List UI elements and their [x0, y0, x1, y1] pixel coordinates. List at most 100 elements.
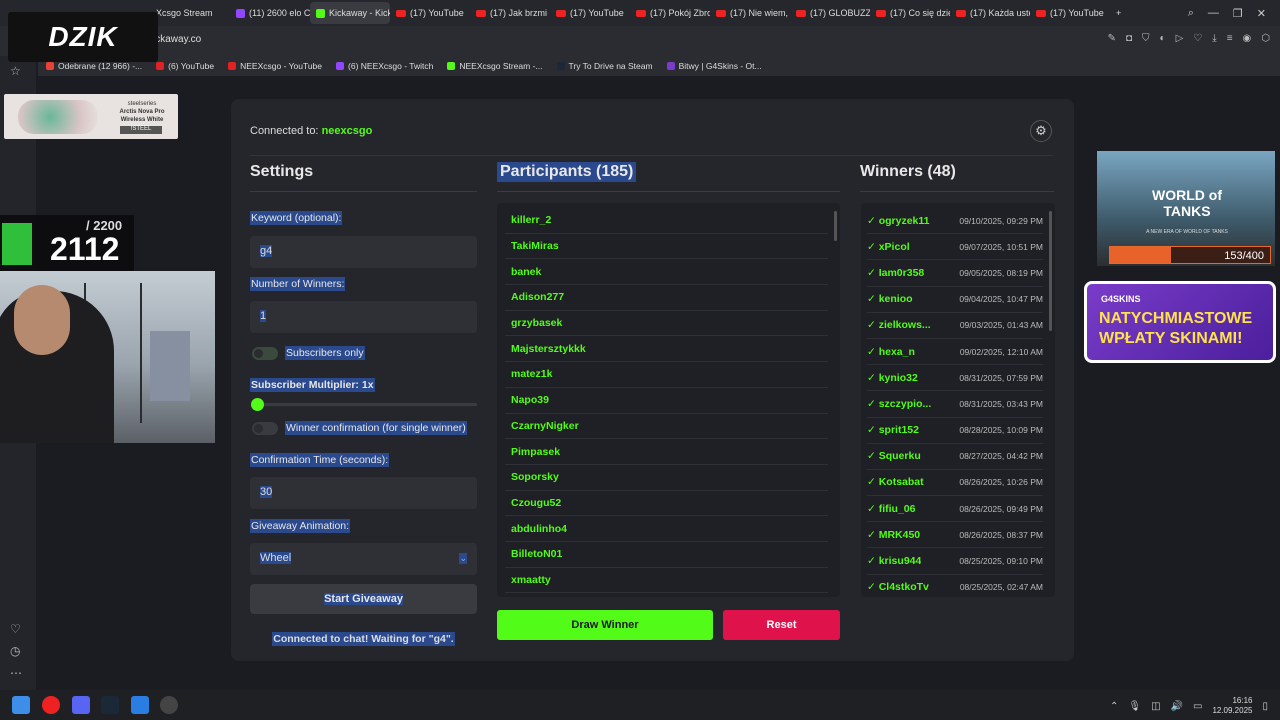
bookmark-item[interactable]: Odebrane (12 966) -... — [46, 61, 142, 71]
chevron-up-icon[interactable]: ⌃ — [1110, 701, 1118, 712]
winner-name: kynio32 — [867, 372, 918, 384]
reset-button[interactable]: Reset — [723, 610, 840, 640]
edit-icon[interactable]: ✎ — [1108, 33, 1116, 44]
start-giveaway-label: Start Giveaway — [324, 593, 403, 605]
confirmation-time-input[interactable]: 30 — [250, 477, 477, 509]
browser-tab[interactable]: (17) Co się dzieje — [870, 2, 950, 24]
windows-start-icon[interactable] — [12, 696, 30, 714]
clock-date: 12.09.2025 — [1212, 706, 1253, 715]
history-icon[interactable]: ◷ — [10, 644, 20, 658]
camera-icon[interactable]: ◘ — [1126, 33, 1132, 44]
network-icon[interactable]: ◫ — [1151, 701, 1160, 712]
app-icon[interactable] — [131, 696, 149, 714]
bookmark-icon — [666, 62, 675, 70]
browser-tab-label: (17) Pokój Zbrod — [650, 8, 710, 18]
browser-tab[interactable]: (17) YouTube — [550, 2, 630, 24]
more-icon[interactable]: ⋯ — [10, 666, 22, 680]
new-tab-button[interactable]: + — [1110, 2, 1132, 24]
menu-icon[interactable]: ≡ — [1227, 33, 1233, 44]
start-giveaway-button[interactable]: Start Giveaway — [250, 584, 477, 614]
participant-row: Czougu52 — [505, 491, 828, 517]
bookmark-item[interactable]: Bitwy | G4Skins - Ot... — [666, 61, 762, 71]
volume-icon[interactable]: 🔊 — [1171, 701, 1183, 712]
keyword-input[interactable]: g4 — [250, 236, 477, 268]
winner-date: 08/28/2025, 10:09 PM — [959, 425, 1043, 436]
youtube-icon — [876, 9, 886, 17]
youtube-icon — [1036, 9, 1046, 17]
browser-tab-label: (17) YouTube — [1050, 8, 1104, 18]
winner-confirmation-toggle[interactable] — [252, 422, 278, 435]
bookmark-item[interactable]: (6) NEEXcsgo - Twitch — [336, 61, 433, 71]
profile-icon[interactable]: ◉ — [1243, 33, 1252, 44]
browser-tab[interactable]: (17) YouTube — [390, 2, 470, 24]
connection-status: Connected to: neexcsgo — [250, 125, 372, 137]
participants-scrollbar[interactable] — [834, 211, 837, 241]
animation-select[interactable]: Wheel ⌄ — [250, 543, 477, 575]
search-icon[interactable]: ⌕ — [1188, 7, 1194, 20]
extension-icon[interactable]: ⬡ — [1261, 33, 1270, 44]
browser-tab-label: (17) YouTube — [570, 8, 624, 18]
youtube-icon — [556, 9, 566, 17]
browser-tab[interactable]: (17) Pokój Zbrod — [630, 2, 710, 24]
participants-list[interactable]: killerr_2 TakiMiras banek Adison277 grzybase… — [497, 203, 840, 597]
browser-tab[interactable]: (17) YouTube — [1030, 2, 1110, 24]
connection-prefix: Connected to: — [250, 125, 319, 137]
bookmark-item[interactable]: NEEXcsgo - YouTube — [228, 61, 322, 71]
browser-tab[interactable]: (17) GLOBUZZ - — [790, 2, 870, 24]
multiplier-slider-handle[interactable] — [251, 398, 264, 411]
browser-tab[interactable]: (11) 2600 elo Cin — [230, 2, 310, 24]
winner-row: hexa_n 09/02/2025, 12:10 AM — [867, 339, 1043, 366]
browser-tab[interactable]: Xcsgo Stream — [150, 2, 230, 24]
webcam-feed — [0, 271, 215, 443]
chevron-down-icon: ⌄ — [459, 553, 467, 564]
heart-icon[interactable]: ♡ — [10, 622, 21, 636]
play-icon[interactable]: ▷ — [1176, 33, 1184, 44]
winner-row: kenioo 09/04/2025, 10:47 PM — [867, 287, 1043, 313]
vpn-icon[interactable]: ◐ — [1160, 33, 1166, 44]
youtube-icon — [716, 9, 726, 17]
bookmark-item[interactable]: Try To Drive na Steam — [556, 61, 653, 71]
bookmark-label: NEEXcsgo - YouTube — [240, 61, 323, 71]
download-icon[interactable]: ⤓ — [1212, 33, 1216, 44]
multiplier-label: Subscriber Multiplier: 1x — [250, 378, 375, 392]
bookmark-item[interactable]: (6) YouTube — [156, 61, 214, 71]
heart-icon[interactable]: ♡ — [1193, 33, 1202, 44]
shield-icon[interactable]: ⛉ — [1142, 33, 1150, 44]
clock[interactable]: 16:16 12.09.2025 — [1212, 696, 1252, 716]
notification-icon[interactable]: ▯ — [1262, 701, 1268, 712]
confirmation-time-label: Confirmation Time (seconds): — [250, 453, 390, 467]
wot-progress-fill — [1110, 247, 1172, 263]
browser-tab[interactable]: (17) Każda usterl — [950, 2, 1030, 24]
bookmark-item[interactable]: NEEXcsgo Stream -... — [447, 61, 543, 71]
minimize-icon[interactable]: — — [1208, 7, 1219, 19]
youtube-icon — [796, 9, 806, 17]
close-icon[interactable]: ✕ — [1257, 7, 1266, 20]
browser-tab[interactable]: (17) Jak brzmi pc — [470, 2, 550, 24]
obs-icon[interactable] — [160, 696, 178, 714]
winners-scrollbar[interactable] — [1049, 211, 1052, 331]
bookmark-icon — [447, 62, 456, 70]
settings-button[interactable]: ⚙ — [1030, 120, 1052, 142]
browser-tab[interactable]: Kickaway - Kick Giveaway — [310, 2, 390, 24]
battery-icon[interactable]: ▭ — [1193, 701, 1202, 712]
star-icon[interactable]: ☆ — [10, 64, 21, 78]
winners-count-input[interactable]: 1 — [250, 301, 477, 333]
winners-count-value: 1 — [260, 310, 267, 322]
draw-winner-button[interactable]: Draw Winner — [497, 610, 713, 640]
winner-row: kynio32 08/31/2025, 07:59 PM — [867, 365, 1043, 392]
browser-tab[interactable]: (17) Nie wiem, al — [710, 2, 790, 24]
participant-row: Napo39 — [505, 388, 828, 414]
microphone-icon[interactable]: 🎙 — [1128, 701, 1141, 712]
multiplier-slider[interactable] — [252, 403, 477, 406]
steelseries-product-name: Arctis Nova Pro Wireless White — [119, 109, 165, 123]
keyword-label: Keyword (optional): — [250, 211, 343, 225]
maximize-icon[interactable]: ❐ — [1233, 7, 1243, 20]
discord-icon[interactable] — [72, 696, 90, 714]
subscribers-only-toggle[interactable] — [252, 347, 278, 360]
steam-icon[interactable] — [101, 696, 119, 714]
winner-date: 08/27/2025, 04:42 PM — [959, 451, 1043, 462]
winner-name: Iam0r358 — [867, 267, 925, 279]
winners-list[interactable]: ogryzek11 09/10/2025, 09:29 PM xPicol 09/07… — [861, 203, 1055, 597]
elo-widget: / 2200 2112 — [0, 215, 134, 271]
opera-icon[interactable] — [42, 696, 60, 714]
